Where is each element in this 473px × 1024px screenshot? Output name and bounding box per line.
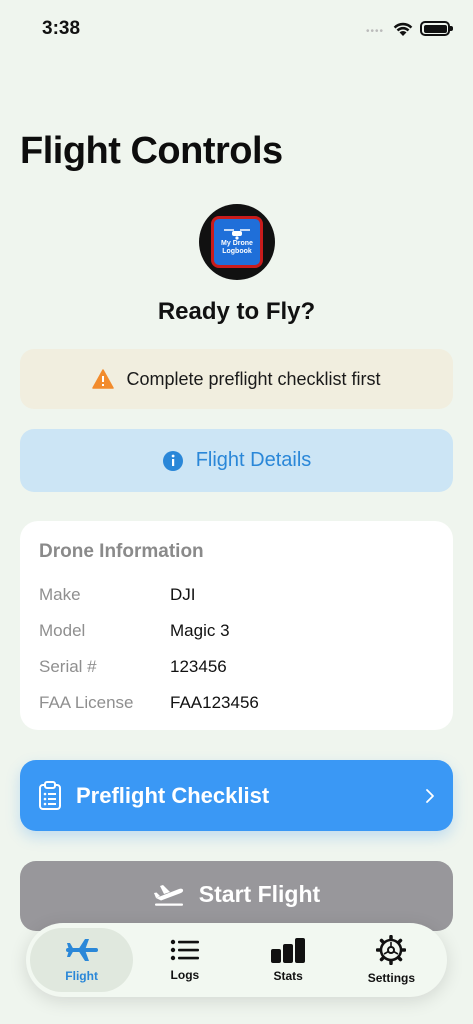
info-value: DJI [170, 585, 196, 604]
preflight-checklist-label: Preflight Checklist [76, 782, 270, 808]
tab-settings[interactable]: Settings [340, 928, 443, 992]
app-logo: My Drone Logbook [199, 204, 275, 280]
start-flight-label: Start Flight [198, 881, 321, 907]
wifi-icon [393, 22, 413, 36]
drone-icon [224, 229, 250, 240]
info-label: Model [39, 621, 86, 640]
info-row-model: Model Magic 3 [39, 613, 434, 649]
info-label: FAA License [39, 693, 134, 712]
logo-text-line1: My Drone [221, 240, 253, 247]
tab-flight[interactable]: Flight [30, 928, 134, 992]
gear-icon [376, 935, 407, 965]
list-icon [170, 939, 199, 961]
info-value: Magic 3 [170, 621, 230, 640]
info-label: Make [39, 585, 81, 604]
tab-stats[interactable]: Stats [237, 928, 340, 992]
info-row-make: Make DJI [39, 577, 434, 613]
battery-icon [420, 21, 453, 36]
info-row-serial: Serial # 123456 [39, 649, 434, 685]
status-bar: 3:38 •••• [0, 0, 473, 60]
logo-text-line2: Logbook [222, 248, 252, 255]
start-flight-button[interactable]: Start Flight [20, 861, 453, 931]
info-icon [162, 450, 183, 471]
flight-details-button[interactable]: Flight Details [20, 429, 453, 492]
clipboard-icon [39, 780, 61, 810]
page-title: Flight Controls [20, 130, 283, 172]
warning-banner: Complete preflight checklist first [20, 349, 453, 409]
info-label: Serial # [39, 657, 97, 676]
info-value: FAA123456 [170, 693, 259, 712]
flight-details-label: Flight Details [195, 449, 312, 471]
drone-information-card: Drone Information Make DJI Model Magic 3… [20, 521, 453, 730]
plane-takeoff-icon [153, 885, 183, 906]
cellular-signal-icon: •••• [366, 26, 385, 37]
bar-chart-icon [271, 938, 306, 963]
card-title: Drone Information [39, 541, 204, 562]
ready-heading: Ready to Fly? [157, 298, 316, 325]
airplane-icon [65, 939, 98, 961]
warning-text: Complete preflight checklist first [126, 368, 381, 389]
warning-triangle-icon [92, 369, 115, 389]
tab-label: Settings [367, 971, 416, 985]
status-time: 3:38 [42, 18, 81, 39]
tab-label: Stats [273, 969, 303, 983]
tab-label: Logs [170, 968, 200, 982]
info-value: 123456 [170, 657, 227, 676]
tab-bar: Flight Logs Stats Settings [26, 923, 447, 997]
info-row-faa-license: FAA License FAA123456 [39, 685, 434, 721]
tab-logs[interactable]: Logs [133, 928, 236, 992]
tab-label: Flight [65, 969, 98, 983]
preflight-checklist-button[interactable]: Preflight Checklist [20, 760, 453, 831]
chevron-right-icon [426, 788, 434, 803]
